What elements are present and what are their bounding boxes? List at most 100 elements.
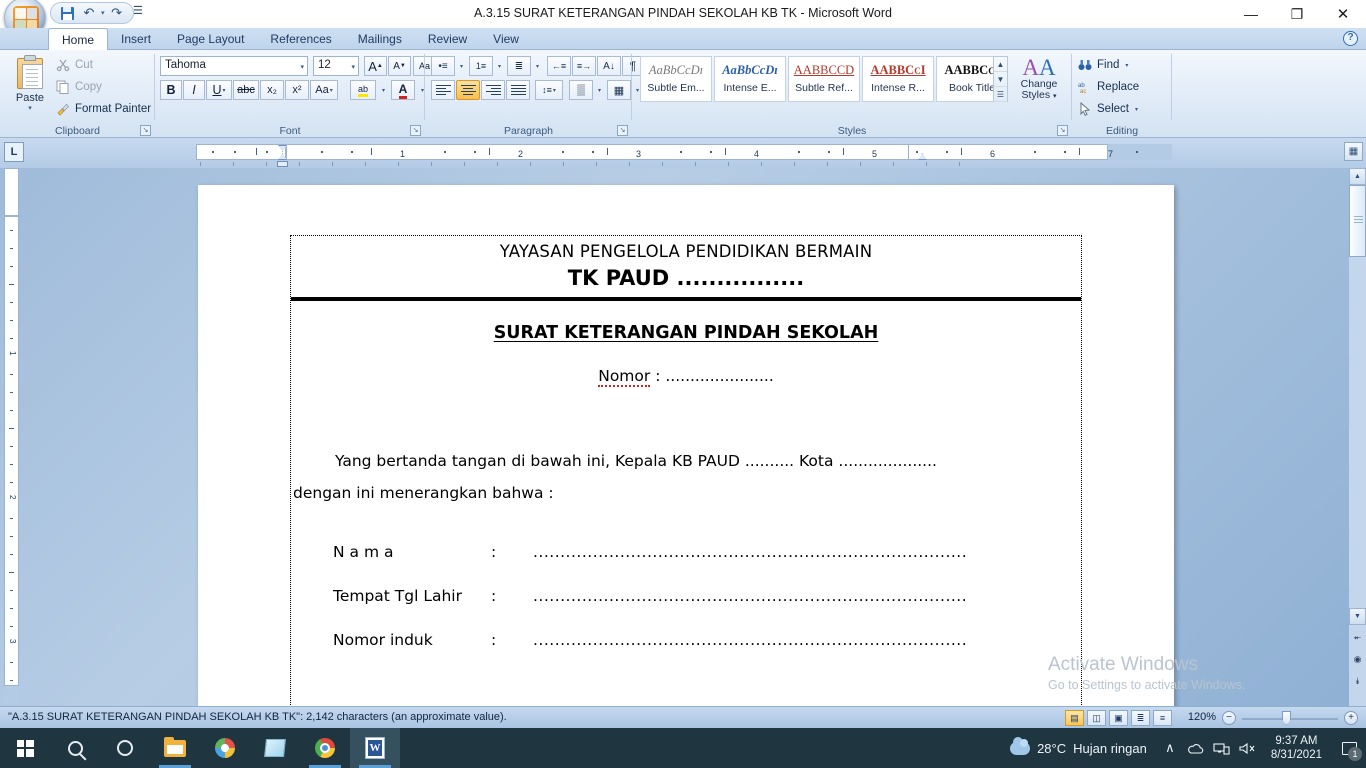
- tab-references[interactable]: References: [257, 28, 344, 50]
- task-view-button[interactable]: [100, 728, 150, 768]
- highlight-dropdown-icon[interactable]: ▾: [377, 80, 389, 100]
- tab-review[interactable]: Review: [415, 28, 480, 50]
- line-spacing-button[interactable]: ↕≡ ▾: [535, 80, 563, 100]
- clock[interactable]: 9:37 AM 8/31/2021: [1261, 734, 1332, 762]
- print-layout-view-button[interactable]: ▤: [1065, 710, 1084, 726]
- vertical-ruler[interactable]: 1 2 3: [4, 168, 19, 706]
- format-painter-button[interactable]: Format Painter: [56, 102, 151, 116]
- tray-expand-icon[interactable]: ∧: [1157, 728, 1183, 768]
- chrome-button[interactable]: [300, 728, 350, 768]
- help-icon[interactable]: ?: [1343, 31, 1358, 46]
- font-name-combo[interactable]: Tahoma ▾: [160, 56, 308, 76]
- numbering-button[interactable]: 1≡: [469, 56, 493, 76]
- previous-page-button[interactable]: ⯬: [1350, 630, 1365, 645]
- web-layout-view-button[interactable]: ▣: [1109, 710, 1128, 726]
- action-center-button[interactable]: 1: [1332, 728, 1366, 768]
- draft-view-button[interactable]: ≡: [1153, 710, 1172, 726]
- grow-font-button[interactable]: A ▲: [364, 56, 387, 76]
- view-ruler-toggle-icon[interactable]: ▦: [1344, 142, 1363, 161]
- maximize-button[interactable]: ❐: [1274, 0, 1320, 28]
- document-page[interactable]: YAYASAN PENGELOLA PENDIDIKAN BERMAIN TK …: [198, 185, 1174, 706]
- shading-button[interactable]: ▒: [569, 80, 593, 100]
- font-color-button[interactable]: A: [391, 80, 415, 100]
- find-button[interactable]: Find ▾: [1078, 58, 1128, 72]
- minimize-button[interactable]: —: [1228, 0, 1274, 28]
- file-explorer-button[interactable]: [150, 728, 200, 768]
- zoom-slider-handle[interactable]: [1282, 711, 1291, 725]
- network-icon[interactable]: [1209, 728, 1235, 768]
- select-browse-object-button[interactable]: ◉: [1350, 652, 1365, 667]
- underline-button[interactable]: U ▾: [206, 80, 232, 100]
- tab-mailings[interactable]: Mailings: [345, 28, 415, 50]
- font-dialog-launcher[interactable]: ↘: [410, 125, 421, 136]
- sort-button[interactable]: A↓: [597, 56, 621, 76]
- zoom-level[interactable]: 120%: [1188, 711, 1216, 723]
- shrink-font-button[interactable]: A ▼: [388, 56, 411, 76]
- zoom-in-button[interactable]: +: [1344, 711, 1358, 725]
- paragraph-dialog-launcher[interactable]: ↘: [617, 125, 628, 136]
- superscript-button[interactable]: x²: [285, 80, 309, 100]
- volume-muted-icon[interactable]: [1235, 728, 1261, 768]
- decrease-indent-button[interactable]: ←≡: [547, 56, 571, 76]
- tab-view[interactable]: View: [480, 28, 532, 50]
- chevron-down-icon[interactable]: ▾: [330, 87, 333, 94]
- style-subtle-emphasis[interactable]: AaBbCcDı Subtle Em...: [640, 56, 712, 102]
- select-button[interactable]: Select ▾: [1078, 102, 1138, 116]
- outline-view-button[interactable]: ≣: [1131, 710, 1150, 726]
- justify-button[interactable]: [506, 80, 530, 100]
- multilevel-list-button[interactable]: ≣: [507, 56, 531, 76]
- copy-button[interactable]: Copy: [56, 80, 102, 94]
- borders-button[interactable]: ▦: [607, 80, 631, 100]
- change-styles-button[interactable]: AA Change Styles ▾: [1012, 56, 1066, 102]
- paste-button[interactable]: Paste ▾: [10, 55, 50, 112]
- weather-widget[interactable]: 28°C Hujan ringan: [1010, 736, 1157, 756]
- chevron-down-icon[interactable]: ▾: [1135, 106, 1138, 113]
- left-indent-marker[interactable]: [277, 161, 288, 167]
- text-highlight-button[interactable]: ab: [350, 80, 376, 100]
- font-size-combo[interactable]: 12 ▾: [313, 56, 359, 76]
- scroll-down-button[interactable]: ▼: [1349, 608, 1366, 625]
- align-right-button[interactable]: [481, 80, 505, 100]
- multilevel-dropdown-icon[interactable]: ▾: [532, 56, 542, 76]
- styles-dialog-launcher[interactable]: ↘: [1057, 125, 1068, 136]
- sticky-notes-button[interactable]: [250, 728, 300, 768]
- start-button[interactable]: [0, 728, 50, 768]
- next-page-button[interactable]: ⯯: [1350, 674, 1365, 689]
- change-case-button[interactable]: Aa ▾: [310, 80, 338, 100]
- tab-page-layout[interactable]: Page Layout: [164, 28, 257, 50]
- word-taskbar-button[interactable]: W: [350, 728, 400, 768]
- clipboard-dialog-launcher[interactable]: ↘: [140, 125, 151, 136]
- cut-button[interactable]: Cut: [56, 58, 93, 72]
- scroll-up-button[interactable]: ▲: [1349, 168, 1366, 185]
- style-subtle-reference[interactable]: AABBCCD Subtle Ref...: [788, 56, 860, 102]
- replace-button[interactable]: ab ac Replace: [1078, 80, 1139, 95]
- align-center-button[interactable]: [456, 80, 480, 100]
- style-intense-reference[interactable]: AABBCcI Intense R...: [862, 56, 934, 102]
- style-intense-emphasis[interactable]: AaBbCcDı Intense E...: [714, 56, 786, 102]
- strikethrough-button[interactable]: abc: [233, 80, 259, 100]
- styles-more-icon[interactable]: ☰: [994, 87, 1007, 102]
- paste-dropdown-icon[interactable]: ▾: [10, 104, 50, 112]
- styles-scroll-down-icon[interactable]: ▼: [994, 72, 1007, 87]
- scrollbar-thumb[interactable]: [1349, 185, 1366, 257]
- search-button[interactable]: [50, 728, 100, 768]
- chevron-down-icon[interactable]: ▾: [223, 87, 226, 94]
- paint-button[interactable]: [200, 728, 250, 768]
- zoom-out-button[interactable]: −: [1222, 711, 1236, 725]
- full-screen-reading-view-button[interactable]: ◫: [1087, 710, 1106, 726]
- align-left-button[interactable]: [431, 80, 455, 100]
- vertical-scrollbar[interactable]: ▲ ▼ ⯬ ◉ ⯯: [1349, 168, 1366, 706]
- tab-stop-selector[interactable]: L: [4, 142, 24, 162]
- shading-dropdown-icon[interactable]: ▾: [594, 80, 604, 100]
- styles-gallery-scrollbar[interactable]: ▲ ▼ ☰: [993, 56, 1008, 102]
- tab-insert[interactable]: Insert: [108, 28, 164, 50]
- tab-home[interactable]: Home: [48, 28, 109, 51]
- bullets-dropdown-icon[interactable]: ▾: [456, 56, 466, 76]
- bold-button[interactable]: B: [160, 80, 182, 100]
- close-button[interactable]: ✕: [1320, 0, 1366, 28]
- horizontal-ruler[interactable]: 1 2 3 4 5 6 7: [196, 144, 1172, 167]
- bullets-button[interactable]: •≡: [431, 56, 455, 76]
- chevron-down-icon[interactable]: ▾: [1125, 62, 1128, 69]
- numbering-dropdown-icon[interactable]: ▾: [494, 56, 504, 76]
- zoom-slider[interactable]: − +: [1222, 710, 1358, 726]
